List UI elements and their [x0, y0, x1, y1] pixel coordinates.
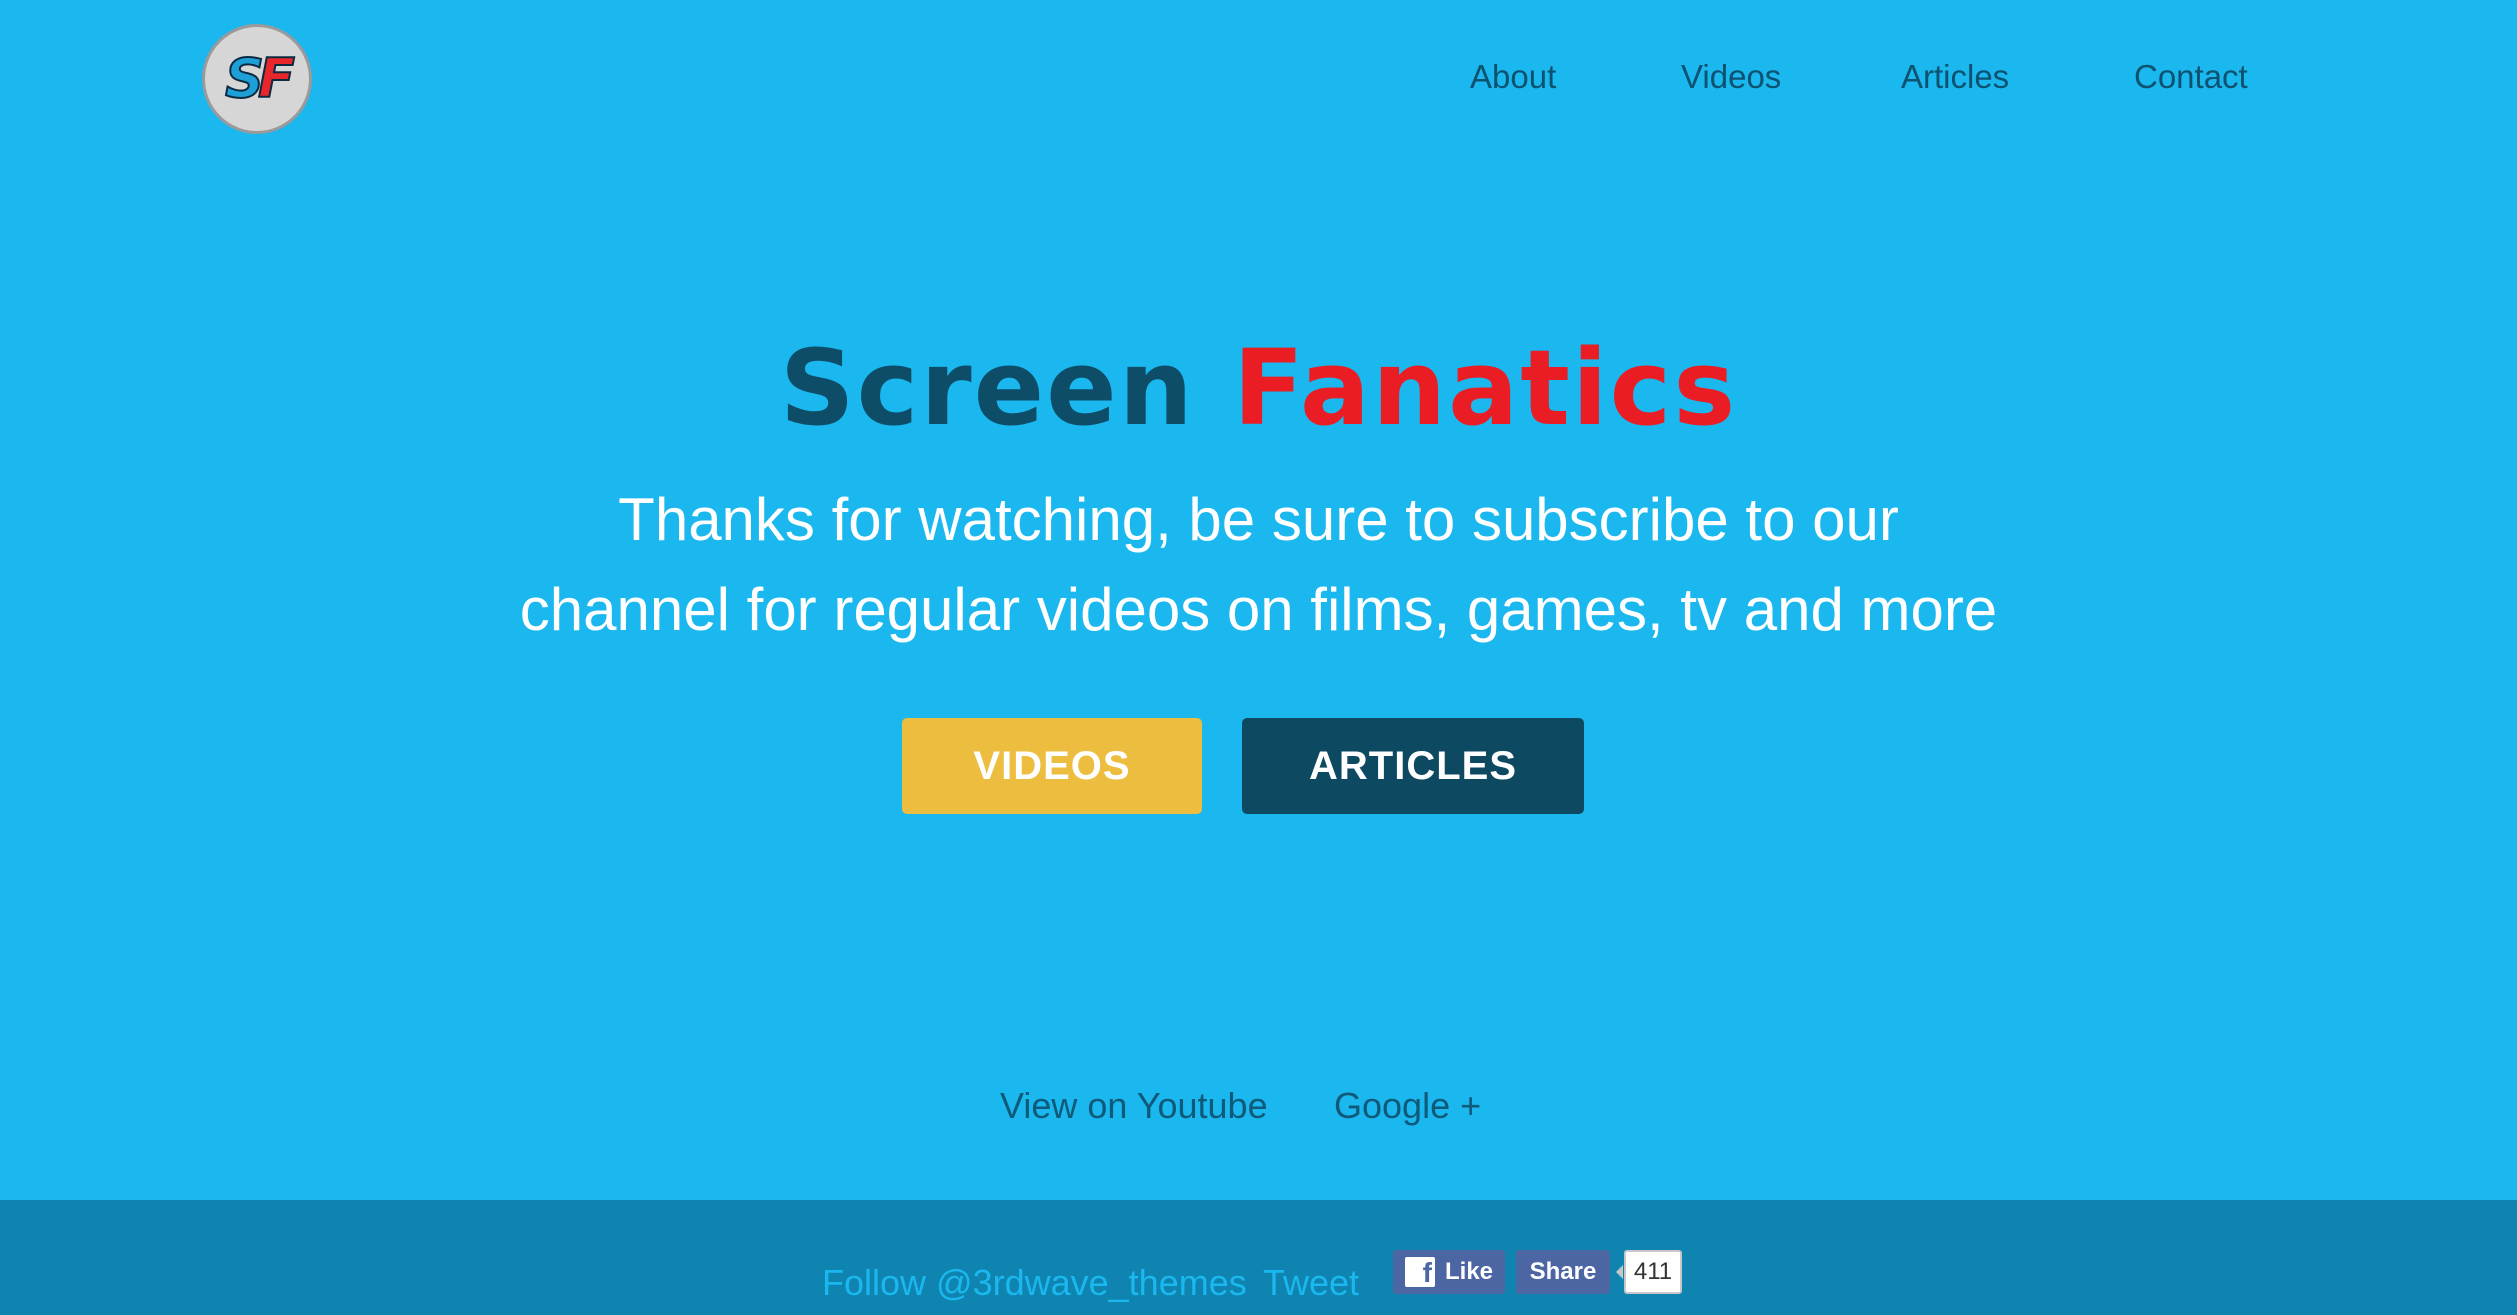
facebook-like-button[interactable]: f Like	[1393, 1250, 1505, 1294]
hero-title-screen: Screen	[779, 327, 1195, 449]
footer: Follow @3rdwave_themes Tweet f Like Shar…	[0, 1200, 2517, 1315]
hero-title-fanatics: Fanatics	[1232, 327, 1738, 449]
hero-subtitle-line2: channel for regular videos on films, gam…	[519, 576, 1998, 643]
twitter-follow-link[interactable]: Follow @3rdwave_themes	[822, 1262, 1247, 1304]
google-plus-link[interactable]: Google +	[1334, 1085, 1481, 1127]
hero-subtitle: Thanks for watching, be sure to subscrib…	[0, 475, 2517, 655]
tweet-link[interactable]: Tweet	[1263, 1262, 1359, 1304]
facebook-like-label: Like	[1444, 1258, 1494, 1285]
facebook-share-button[interactable]: Share	[1516, 1250, 1610, 1294]
videos-button[interactable]: VIDEOS	[902, 718, 1202, 814]
facebook-icon: f	[1404, 1257, 1435, 1287]
site-logo[interactable]: SF	[202, 24, 312, 134]
nav-articles[interactable]: Articles	[1901, 58, 2009, 96]
nav-videos[interactable]: Videos	[1681, 58, 1781, 96]
youtube-link[interactable]: View on Youtube	[1000, 1085, 1268, 1127]
nav-contact[interactable]: Contact	[2134, 58, 2248, 96]
hero-title: Screen Fanatics	[0, 336, 2517, 440]
hero-subtitle-line1: Thanks for watching, be sure to subscrib…	[618, 486, 1899, 553]
facebook-share-count: 411	[1616, 1250, 1682, 1294]
nav-about[interactable]: About	[1470, 58, 1556, 96]
articles-button[interactable]: ARTICLES	[1242, 718, 1584, 814]
logo-monogram: SF	[224, 47, 296, 110]
